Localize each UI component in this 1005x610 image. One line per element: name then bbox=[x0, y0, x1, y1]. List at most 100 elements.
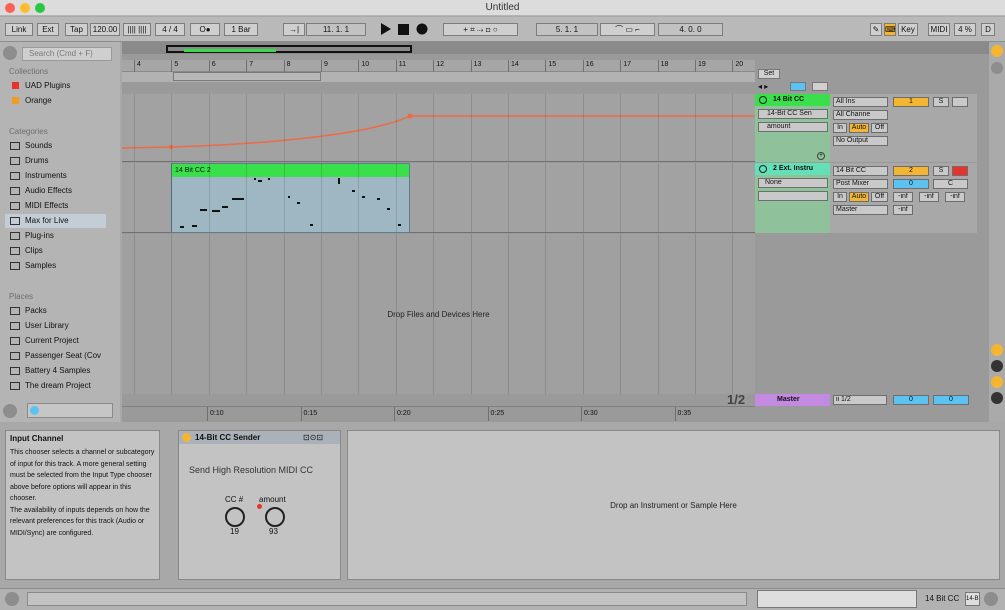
device-drop-area[interactable]: Drop an Instrument or Sample Here bbox=[347, 430, 1000, 580]
category-item[interactable]: Samples bbox=[5, 259, 106, 273]
track-1-monitor-auto[interactable]: Auto bbox=[849, 123, 869, 133]
arrangement-view-icon[interactable] bbox=[991, 62, 1003, 74]
track-2-activator[interactable]: 2 bbox=[893, 166, 929, 176]
tempo-field[interactable]: 120.00 bbox=[90, 23, 120, 36]
places-item[interactable]: Passenger Seat (Cov bbox=[5, 349, 106, 363]
device-activator-icon[interactable] bbox=[182, 433, 191, 442]
track-2-parameter-chooser[interactable] bbox=[758, 191, 828, 201]
track-2-send-b[interactable]: -inf bbox=[919, 192, 939, 202]
info-toggle-icon[interactable] bbox=[5, 592, 19, 606]
track-2-header[interactable]: 2 Ext. Instru None bbox=[755, 163, 830, 233]
loop-punch-buttons[interactable]: ⌒ ▭ ⌐ bbox=[600, 23, 655, 36]
track-2-send-a[interactable]: -inf bbox=[893, 192, 913, 202]
search-input[interactable]: Search (Cmd + F) bbox=[22, 47, 112, 61]
master-volume[interactable]: 0 bbox=[893, 395, 929, 405]
track-1-input-type[interactable]: All Ins bbox=[833, 97, 888, 107]
track-2-input-type[interactable]: 14 Bit CC bbox=[833, 166, 888, 176]
collection-item[interactable]: UAD Plugins bbox=[5, 79, 106, 93]
category-item[interactable]: MIDI Effects bbox=[5, 199, 106, 213]
drop-area[interactable]: Drop Files and Devices Here bbox=[122, 234, 755, 394]
time-signature-field[interactable]: 4 / 4 bbox=[155, 23, 185, 36]
places-item[interactable]: Battery 4 Samples bbox=[5, 364, 106, 378]
track-2-monitor-in[interactable]: In bbox=[833, 192, 847, 202]
category-item[interactable]: Instruments bbox=[5, 169, 106, 183]
beat-time-ruler[interactable]: 4 5 6 7 8 9 10 11 12 13 14 15 16 17 18 19 20 bbox=[122, 60, 755, 72]
loop-start-field[interactable]: 5. 1. 1 bbox=[536, 23, 598, 36]
device-14bit-cc-sender[interactable]: 14-Bit CC Sender ⊡⊙⊡ Send High Resolutio… bbox=[178, 430, 341, 580]
track-1-solo[interactable]: S bbox=[933, 97, 949, 107]
track-1-monitor-off[interactable]: Off bbox=[871, 123, 888, 133]
session-view-icon[interactable] bbox=[991, 45, 1003, 57]
returns-icon[interactable] bbox=[991, 376, 1003, 388]
category-item[interactable]: Plug-ins bbox=[5, 229, 106, 243]
browser-settings-icon[interactable] bbox=[3, 404, 17, 418]
lock-icon[interactable] bbox=[812, 82, 828, 91]
record-icon[interactable] bbox=[416, 23, 428, 35]
category-item[interactable]: Max for Live bbox=[5, 214, 106, 228]
session-record-tools[interactable]: + ⌗ ⇢ ⊡ ○ bbox=[443, 23, 518, 36]
link-button[interactable]: Link bbox=[5, 23, 33, 36]
track-1-parameter-chooser[interactable]: amount bbox=[758, 122, 828, 132]
track-2-send-d[interactable]: -inf bbox=[893, 205, 913, 215]
detail-toggle-icon[interactable] bbox=[984, 592, 998, 606]
key-map-button[interactable]: Key bbox=[898, 23, 918, 36]
device-header-icons[interactable]: ⊡⊙⊡ bbox=[303, 433, 323, 442]
track-1-lane[interactable] bbox=[122, 94, 755, 162]
track-2-send-c[interactable]: -inf bbox=[945, 192, 965, 202]
track-1-activator[interactable]: 1 bbox=[893, 97, 929, 107]
preview-bar[interactable] bbox=[27, 403, 113, 418]
track-2-output[interactable]: Master bbox=[833, 205, 888, 215]
device-title[interactable]: 14-Bit CC Sender bbox=[195, 433, 260, 442]
track-1-header[interactable]: 14 Bit CC 14-Bit CC Sen amount + bbox=[755, 94, 830, 162]
tap-tempo-button[interactable]: Tap bbox=[65, 23, 88, 36]
places-item[interactable]: The dream Project bbox=[5, 379, 106, 393]
amount-knob[interactable] bbox=[265, 507, 285, 527]
set-locator-button[interactable]: Set bbox=[758, 69, 780, 79]
track-1-device-chooser[interactable]: 14-Bit CC Sen bbox=[758, 109, 828, 119]
collection-item[interactable]: Orange bbox=[5, 94, 106, 108]
sends-icon[interactable] bbox=[991, 360, 1003, 372]
add-lane-icon[interactable]: + bbox=[817, 152, 825, 160]
track-2-monitor-off[interactable]: Off bbox=[871, 192, 888, 202]
track-1-monitor-in[interactable]: In bbox=[833, 123, 847, 133]
track-2-arm[interactable] bbox=[952, 166, 968, 176]
category-item[interactable]: Drums bbox=[5, 154, 106, 168]
master-output[interactable]: ii 1/2 bbox=[833, 395, 887, 405]
loop-brace[interactable] bbox=[173, 72, 321, 81]
category-item[interactable]: Clips bbox=[5, 244, 106, 258]
quantize-menu[interactable]: 1 Bar bbox=[224, 23, 258, 36]
track-2-solo[interactable]: S bbox=[933, 166, 949, 176]
midi-map-button[interactable]: MIDI bbox=[928, 23, 950, 36]
places-item[interactable]: Current Project bbox=[5, 334, 106, 348]
io-icon[interactable] bbox=[991, 344, 1003, 356]
master-pan[interactable]: 0 bbox=[933, 395, 969, 405]
category-item[interactable]: Audio Effects bbox=[5, 184, 106, 198]
ext-sync-button[interactable]: Ext bbox=[37, 23, 59, 36]
browser-toggle-icon[interactable] bbox=[3, 46, 17, 60]
track-2-lane[interactable]: 14 Bit CC 2 bbox=[122, 163, 755, 233]
mixer-icon[interactable] bbox=[991, 392, 1003, 404]
metronome-button[interactable]: |||| |||| bbox=[123, 23, 151, 36]
track-1-output[interactable]: No Output bbox=[833, 136, 888, 146]
locator-nav-icons[interactable]: ◂ ▸ bbox=[758, 82, 768, 91]
automation-envelope[interactable] bbox=[122, 94, 755, 162]
cc-number-knob[interactable] bbox=[225, 507, 245, 527]
draw-mode-icon[interactable]: ✎ bbox=[870, 23, 882, 36]
track-1-fold-icon[interactable] bbox=[759, 96, 767, 104]
track-1-input-channel[interactable]: All Channe bbox=[833, 110, 888, 120]
track-2-volume[interactable]: 0 bbox=[893, 179, 929, 189]
master-track-name[interactable]: Master bbox=[755, 394, 830, 406]
track-2-fold-icon[interactable] bbox=[759, 165, 767, 173]
places-item[interactable]: Packs bbox=[5, 304, 106, 318]
category-item[interactable]: Sounds bbox=[5, 139, 106, 153]
track-1-arm[interactable] bbox=[952, 97, 968, 107]
clip-title[interactable]: 14 Bit CC 2 bbox=[172, 164, 409, 177]
play-icon[interactable] bbox=[380, 23, 392, 35]
computer-keyboard-icon[interactable]: ⌨ bbox=[884, 23, 896, 36]
overdub-menu[interactable]: O● bbox=[190, 23, 220, 36]
track-2-pan[interactable]: C bbox=[933, 179, 968, 189]
status-extra[interactable]: 14-B bbox=[965, 592, 980, 606]
time-ruler[interactable]: 0:10 0:15 0:20 0:25 0:30 0:35 bbox=[122, 406, 755, 421]
follow-button[interactable]: →| bbox=[283, 23, 305, 36]
preview-icon[interactable] bbox=[30, 406, 39, 415]
